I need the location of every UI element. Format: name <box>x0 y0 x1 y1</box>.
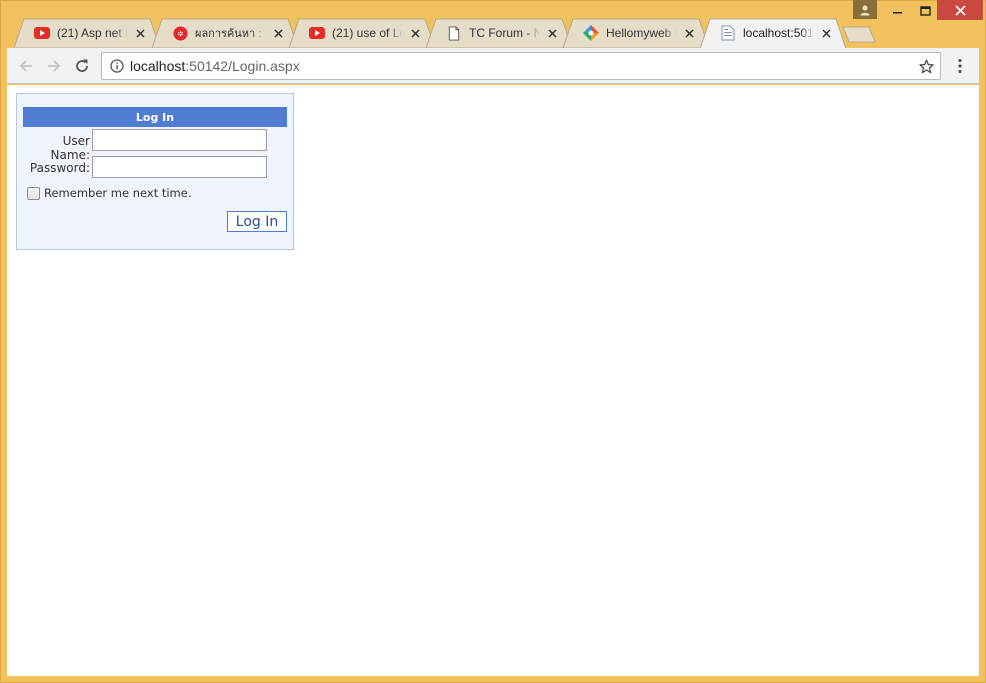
reload-icon <box>76 59 88 72</box>
tab-5[interactable]: Hellomyweb E <box>563 18 709 48</box>
reload-button[interactable] <box>71 55 93 77</box>
info-icon[interactable] <box>110 59 124 73</box>
login-header: Log In <box>23 107 287 127</box>
address-bar[interactable]: localhost:50142/Login.aspx <box>101 52 941 80</box>
password-label: Password: <box>29 161 90 175</box>
tab-title: Hellomyweb E <box>606 26 677 40</box>
more-vert-icon <box>958 58 962 74</box>
browser-menu-button[interactable] <box>951 56 969 76</box>
url-host: localhost <box>130 58 186 74</box>
browser-toolbar: localhost:50142/Login.aspx <box>7 48 979 84</box>
tab-6-active[interactable]: localhost:5014 <box>700 18 846 48</box>
back-arrow-icon <box>19 60 32 72</box>
tab-4[interactable]: TC Forum - Ne <box>426 18 572 48</box>
tab-close-icon[interactable] <box>409 27 421 39</box>
close-icon <box>954 4 966 16</box>
password-input[interactable] <box>92 156 267 178</box>
tab-close-icon[interactable] <box>683 27 695 39</box>
remember-me-checkbox[interactable] <box>27 186 40 200</box>
tab-close-icon[interactable] <box>134 27 146 39</box>
close-window-button[interactable] <box>937 0 983 20</box>
tab-close-icon[interactable] <box>546 27 558 39</box>
tab-close-icon[interactable] <box>272 27 284 39</box>
minimize-icon <box>892 11 902 13</box>
forward-button[interactable] <box>43 55 65 77</box>
new-tab-button[interactable] <box>842 26 876 43</box>
back-button[interactable] <box>15 55 37 77</box>
remember-me-row[interactable]: Remember me next time. <box>27 186 192 200</box>
tab-3[interactable]: (21) use of Log <box>289 18 435 48</box>
person-icon <box>860 5 870 15</box>
youtube-icon <box>309 25 325 41</box>
tab-title: (21) use of Log <box>332 26 403 40</box>
tab-1[interactable]: (21) Asp net Lo <box>14 18 160 48</box>
tab-2[interactable]: ✲ ผลการค้นหา : as <box>152 18 298 48</box>
tab-title: TC Forum - Ne <box>469 26 540 40</box>
url-path: :50142/Login.aspx <box>185 58 300 74</box>
username-label: User Name: <box>50 134 90 162</box>
tab-strip: (21) Asp net Lo ✲ ผลการค้นหา : as (21) u… <box>8 18 978 48</box>
username-input[interactable] <box>92 129 267 151</box>
tab-title: (21) Asp net Lo <box>57 26 128 40</box>
bookmark-star-icon[interactable] <box>919 59 934 74</box>
hellomyweb-icon <box>583 25 599 41</box>
document-icon <box>720 25 736 41</box>
tab-close-icon[interactable] <box>820 27 832 39</box>
page-icon <box>446 25 462 41</box>
profile-button[interactable] <box>853 0 877 19</box>
page-viewport: Log In User Name: Password: Remember me … <box>7 85 979 676</box>
login-panel: Log In User Name: Password: Remember me … <box>16 93 294 250</box>
youtube-icon <box>34 25 50 41</box>
maximize-icon <box>919 5 931 16</box>
tab-title: ผลการค้นหา : as <box>195 28 266 40</box>
svg-text:✲: ✲ <box>177 29 183 38</box>
forward-arrow-icon <box>48 60 61 72</box>
remember-me-label: Remember me next time. <box>44 186 192 200</box>
tab-title: localhost:5014 <box>743 26 814 40</box>
url-text: localhost:50142/Login.aspx <box>130 58 300 74</box>
login-button[interactable]: Log In <box>227 211 287 232</box>
search-result-icon: ✲ <box>172 25 188 41</box>
